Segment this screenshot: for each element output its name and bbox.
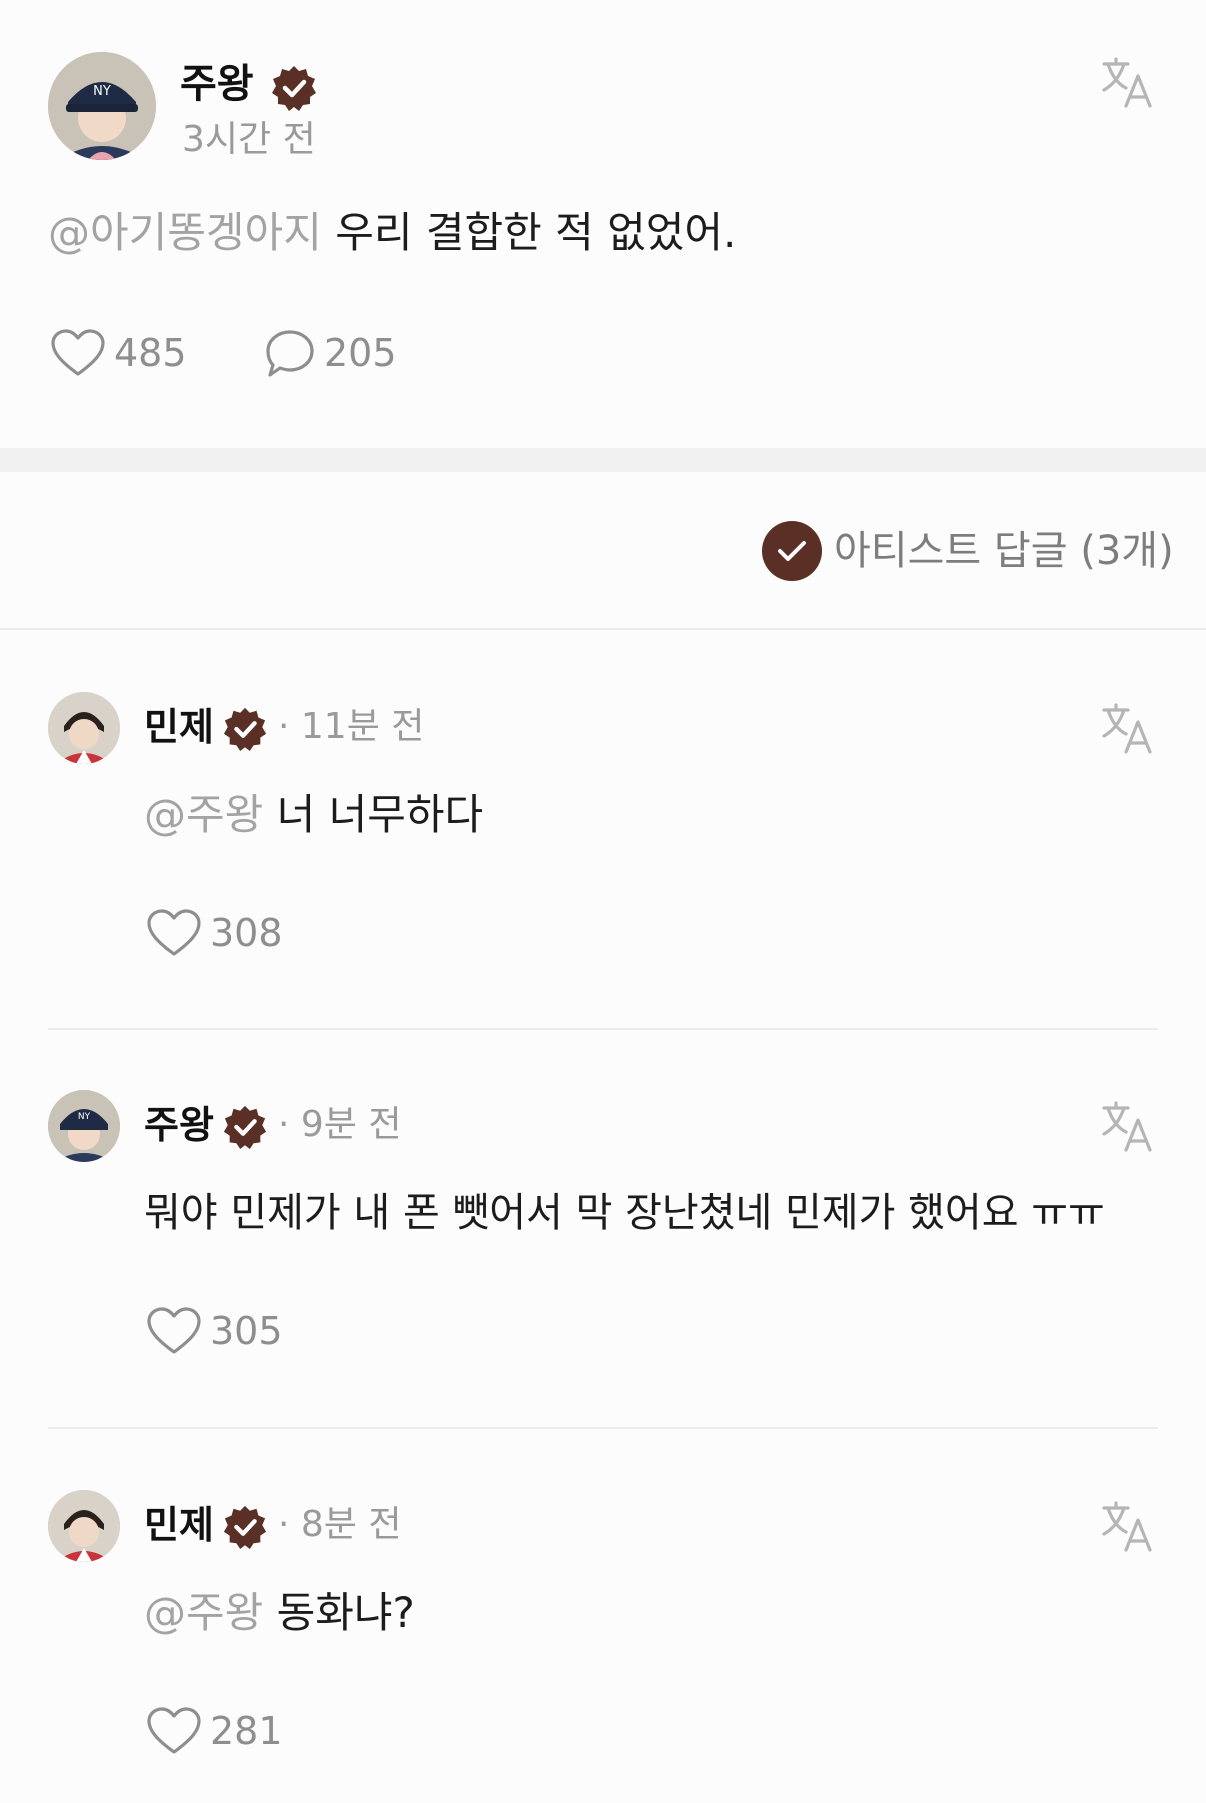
heart-icon[interactable] bbox=[146, 1306, 202, 1356]
svg-text:NY: NY bbox=[93, 84, 111, 99]
translate-icon[interactable] bbox=[1100, 1100, 1156, 1154]
translate-icon[interactable] bbox=[1100, 702, 1156, 756]
heart-icon[interactable] bbox=[146, 908, 202, 958]
verified-badge-icon bbox=[222, 706, 268, 752]
reply-body: @주왕 너 너무하다 bbox=[144, 788, 483, 842]
heart-icon[interactable] bbox=[50, 328, 106, 378]
reply-author-name[interactable]: 주왕 bbox=[144, 1102, 214, 1148]
comment-bubble-icon[interactable] bbox=[264, 328, 316, 380]
reply-body: @주왕 동화냐? bbox=[144, 1586, 415, 1640]
post-author-avatar[interactable]: NY bbox=[48, 52, 156, 160]
artist-reply-filter-check[interactable] bbox=[762, 521, 822, 581]
reply-body: 뭐야 민제가 내 폰 뺏어서 막 장난쳤네 민제가 했어요 ㅠㅠ bbox=[144, 1186, 1105, 1240]
post-author-name[interactable]: 주왕 bbox=[180, 60, 254, 108]
translate-icon[interactable] bbox=[1100, 56, 1156, 110]
reply-author-name[interactable]: 민제 bbox=[144, 704, 214, 750]
reply-text: 너 너무하다 bbox=[276, 790, 484, 839]
verified-badge-icon bbox=[222, 1104, 268, 1150]
post-text: 우리 결합한 적 없었어. bbox=[335, 208, 737, 257]
reply-text: 뭐야 민제가 내 폰 뺏어서 막 장난쳤네 민제가 했어요 ㅠㅠ bbox=[144, 1190, 1105, 1236]
translate-icon[interactable] bbox=[1100, 1500, 1156, 1554]
svg-text:NY: NY bbox=[78, 1112, 91, 1122]
reply-divider bbox=[48, 1427, 1158, 1429]
reply-like-count: 305 bbox=[210, 1309, 283, 1353]
reply-mention[interactable]: @주왕 bbox=[144, 790, 263, 839]
reply-author-name[interactable]: 민제 bbox=[144, 1502, 214, 1548]
heart-icon[interactable] bbox=[146, 1706, 202, 1756]
reply-like-count: 281 bbox=[210, 1709, 283, 1753]
reply-mention[interactable]: @주왕 bbox=[144, 1588, 263, 1637]
post-like-count: 485 bbox=[114, 331, 187, 375]
post-time: 3시간 전 bbox=[182, 119, 316, 160]
section-divider bbox=[0, 448, 1206, 472]
verified-badge-icon bbox=[270, 64, 318, 112]
post-body: @아기똥겡아지 우리 결합한 적 없었어. bbox=[48, 206, 736, 260]
reply-time: · 8분 전 bbox=[278, 1504, 402, 1545]
reply-text: 동화냐? bbox=[276, 1588, 415, 1637]
reply-like-count: 308 bbox=[210, 911, 283, 955]
post-comment-count: 205 bbox=[324, 331, 397, 375]
verified-badge-icon bbox=[222, 1504, 268, 1550]
reply-avatar[interactable] bbox=[48, 692, 120, 764]
filter-divider bbox=[0, 628, 1206, 630]
artist-reply-filter-label[interactable]: 아티스트 답글 (3개) bbox=[834, 526, 1174, 576]
reply-time: · 11분 전 bbox=[278, 706, 425, 747]
post-mention[interactable]: @아기똥겡아지 bbox=[48, 208, 322, 257]
reply-divider bbox=[48, 1028, 1158, 1030]
reply-avatar[interactable] bbox=[48, 1490, 120, 1562]
reply-avatar[interactable]: NY bbox=[48, 1090, 120, 1162]
reply-time: · 9분 전 bbox=[278, 1104, 402, 1145]
